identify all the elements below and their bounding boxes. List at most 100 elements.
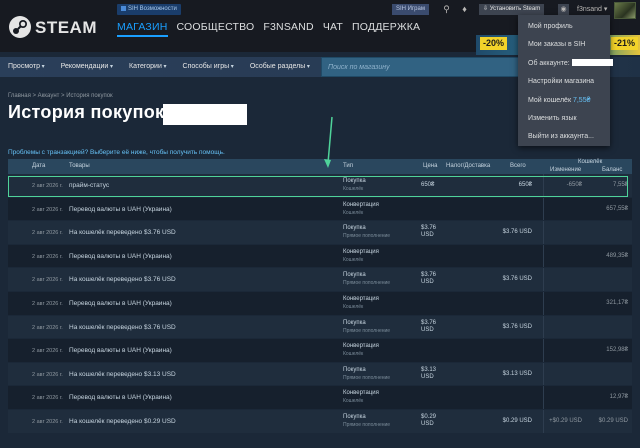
sih-play-button[interactable]: SIH Играм: [392, 4, 429, 15]
store-nav-recommendations[interactable]: Рекомендации: [61, 63, 113, 70]
row-wallet-balance: 489,35₴: [606, 252, 628, 259]
menu-about-account-label: Об аккаунте:: [528, 59, 570, 67]
table-row[interactable]: 2 авг 2026 г. прайм-статус Покупка Кошелёк 6…: [8, 174, 632, 198]
col-wallet: Кошелёк: [578, 159, 603, 165]
row-type-sub: Кошелёк: [343, 398, 364, 405]
row-type: Конвертация: [343, 343, 379, 350]
row-type: Конвертация: [343, 248, 379, 255]
steam-logo-icon: [9, 16, 31, 38]
wallet-separator: [543, 244, 544, 268]
row-item: Перевод валюты в UAH (Украина): [69, 347, 172, 355]
menu-logout[interactable]: Выйти из аккаунта...: [518, 128, 610, 146]
row-item: На кошелёк переведено $3.13 USD: [69, 370, 176, 378]
store-nav-ways-to-play[interactable]: Способы игры: [183, 63, 234, 70]
row-item: прайм-статус: [69, 182, 110, 189]
account-menu-toggle[interactable]: f3nsand ▾: [577, 5, 607, 13]
nav-profile[interactable]: F3NSAND: [263, 21, 313, 37]
nav-community[interactable]: СООБЩЕСТВО: [177, 21, 255, 37]
sih-icon: [121, 5, 126, 11]
table-row[interactable]: 2 авг 2026 г. На кошелёк переведено $3.76…: [8, 315, 632, 340]
sale-badge-left: -20%: [480, 37, 508, 50]
row-type: Покупка: [343, 272, 366, 279]
row-type-sub: Прямое пополнение: [343, 421, 391, 428]
table-row[interactable]: 2 авг 2026 г. Перевод валюты в UAH (Украи…: [8, 197, 632, 222]
row-wallet-balance: 12,97₴: [609, 394, 628, 401]
nav-chat[interactable]: ЧАТ: [323, 21, 343, 37]
row-wallet-balance: $0.29 USD: [598, 417, 628, 424]
table-row[interactable]: 2 авг 2026 г. Перевод валюты в UAH (Украи…: [8, 339, 632, 363]
row-type: Конвертация: [343, 295, 379, 302]
row-total: $0.29 USD: [502, 417, 532, 424]
row-date: 2 авг 2026 г.: [32, 183, 63, 189]
store-search: [321, 57, 520, 77]
install-steam-label: Установить Steam: [489, 6, 541, 12]
search-input[interactable]: [322, 58, 519, 76]
row-date: 2 авг 2026 г.: [32, 300, 63, 307]
row-price: $3.13 USD: [421, 366, 437, 380]
row-date: 2 авг 2026 г.: [32, 253, 63, 260]
row-date: 2 авг 2026 г.: [32, 277, 63, 284]
store-nav-browse[interactable]: Просмотр: [8, 63, 45, 70]
row-wallet-balance: 657,55₴: [606, 205, 628, 212]
account-dropdown-menu: Мой профиль Мои заказы в SIH Об аккаунте…: [518, 15, 613, 146]
store-nav-categories[interactable]: Категории: [129, 63, 167, 70]
wallet-separator: [543, 409, 544, 433]
menu-sih-orders[interactable]: Мои заказы в SIH: [518, 36, 610, 54]
table-row[interactable]: 2 авг 2026 г. На кошелёк переведено $0.29…: [8, 409, 632, 434]
table-row[interactable]: 2 авг 2026 г. Перевод валюты в UAH (Украи…: [8, 291, 632, 316]
cart-icon[interactable]: ⚲: [441, 4, 452, 15]
table-row[interactable]: 2 авг 2026 г. На кошелёк переведено $3.13…: [8, 362, 632, 387]
col-type: Тип: [343, 163, 354, 169]
sale-badge-right: -21%: [611, 37, 639, 50]
notifications-icon[interactable]: ◉: [558, 4, 569, 15]
redacted-account-name: [571, 58, 613, 66]
row-type-sub: Кошелёк: [343, 303, 364, 310]
table-row[interactable]: 2 авг 2026 г. Перевод валюты в UAH (Украи…: [8, 386, 632, 410]
menu-profile[interactable]: Мой профиль: [518, 18, 610, 36]
install-steam-button[interactable]: ⇩ Установить Steam: [479, 4, 545, 15]
row-wallet-balance: 7,55₴: [612, 182, 628, 188]
row-type-sub: Прямое пополнение: [343, 374, 391, 381]
steam-logo[interactable]: STEAM: [8, 13, 106, 41]
wallet-separator: [543, 174, 544, 197]
wallet-separator: [543, 291, 544, 315]
menu-change-language[interactable]: Изменить язык: [518, 110, 610, 128]
wallet-separator: [543, 315, 544, 339]
wallet-separator: [543, 268, 544, 291]
col-date: Дата: [32, 163, 46, 169]
row-type-sub: Кошелёк: [343, 186, 364, 192]
table-row[interactable]: 2 авг 2026 г. На кошелёк переведено $3.76…: [8, 221, 632, 245]
row-date: 2 авг 2026 г.: [32, 371, 63, 378]
wallet-separator: [543, 339, 544, 362]
row-price: $3.76 USD: [421, 225, 437, 239]
sih-features-label: SIH Возможности: [128, 6, 177, 12]
page-title: История покупок: [8, 102, 165, 122]
row-item: На кошелёк переведено $0.29 USD: [69, 417, 176, 425]
row-item: Перевод валюты в UAH (Украина): [69, 252, 172, 260]
store-nav-special-sections[interactable]: Особые разделы: [250, 63, 310, 70]
purchase-history-table: Дата Товары Тип Цена Налог/Доставка Всег…: [8, 159, 632, 434]
row-price: $3.76 USD: [421, 272, 437, 286]
col-change: Изменение: [550, 167, 582, 173]
nav-support[interactable]: ПОДДЕРЖКА: [352, 21, 420, 37]
nav-store[interactable]: МАГАЗИН: [117, 21, 168, 37]
menu-about-account[interactable]: Об аккаунте:: [518, 55, 613, 73]
avatar[interactable]: [614, 2, 636, 19]
row-date: 2 авг 2026 г.: [32, 418, 63, 425]
menu-store-settings[interactable]: Настройки магазина: [518, 73, 610, 91]
bell-icon[interactable]: ♦: [459, 4, 470, 15]
row-date: 2 авг 2026 г.: [32, 230, 63, 237]
sih-features-link[interactable]: SIH Возможности: [117, 4, 181, 15]
table-row[interactable]: 2 авг 2026 г. На кошелёк переведено $3.76…: [8, 268, 632, 292]
table-row[interactable]: 2 авг 2026 г. Перевод валюты в UAH (Украи…: [8, 244, 632, 269]
menu-wallet[interactable]: Мой кошелёк 7,55₴: [518, 92, 610, 110]
main-nav: МАГАЗИН СООБЩЕСТВО F3NSAND ЧАТ ПОДДЕРЖКА: [117, 21, 420, 37]
row-type: Конвертация: [343, 390, 379, 397]
row-item: На кошелёк переведено $3.76 USD: [69, 229, 176, 237]
row-item: Перевод валюты в UAH (Украина): [69, 299, 172, 307]
redacted-username: [163, 104, 247, 125]
transaction-help-link[interactable]: Проблемы с транзакцией? Выберите её ниже…: [8, 149, 225, 156]
row-type-sub: Кошелёк: [343, 351, 364, 358]
row-type-sub: Кошелёк: [343, 209, 364, 216]
row-type-sub: Прямое пополнение: [343, 280, 391, 287]
